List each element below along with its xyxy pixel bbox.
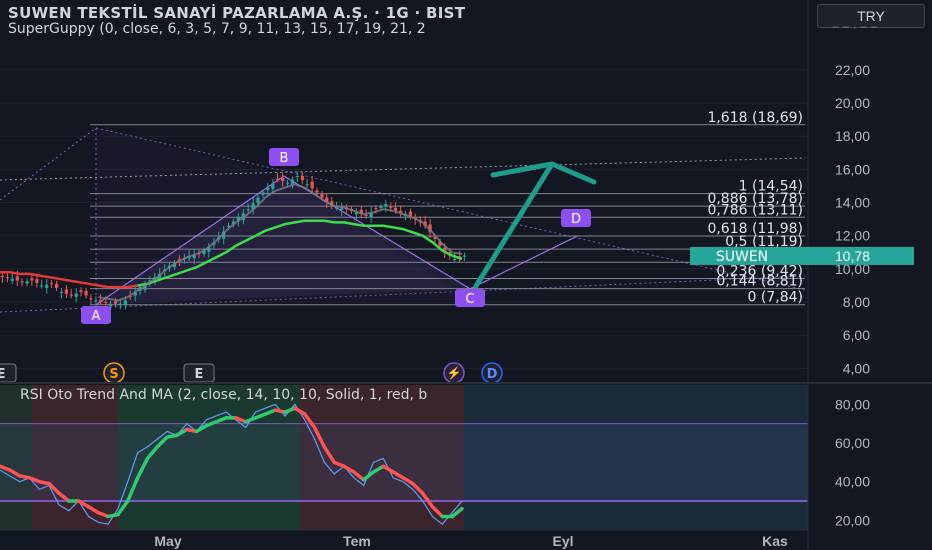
rsi-tick-label: 80,00 [835,396,870,412]
candle-body [374,208,378,210]
candle-body [49,282,54,284]
candle-body [5,277,10,279]
candle-body [335,207,339,209]
fib-level-label: 0,144 (8,81) [716,274,803,290]
candle-body [94,300,98,302]
candle-body [300,176,304,181]
time-axis-label: May [154,533,181,549]
scale-options-icon[interactable]: − − · − − [832,20,877,34]
last-price-value: 10,78 [835,248,870,264]
symbol-title: SUWEN TEKSTİL SANAYİ PAZARLAMA A.Ş. · 1G… [8,4,466,22]
candle-body [89,298,93,300]
candle-body [20,281,24,283]
candle-body [310,181,314,189]
candle-body [10,278,14,282]
pattern-point-label: C [465,292,474,307]
event-marker: S [103,362,125,384]
candle-body [104,302,108,304]
candle-body [59,292,63,294]
pattern-point-label: D [571,212,581,227]
rsi-tick-label: 60,00 [835,435,870,451]
candle-body [384,204,388,207]
candle-body [69,294,73,296]
candle-body [79,290,83,293]
last-price-symbol: SUWEN [716,249,768,265]
pattern-point-label: A [92,309,101,324]
price-tick-label: 22,00 [835,62,870,78]
price-tick-label: 20,00 [835,95,870,111]
candle-body [379,206,383,208]
chart-canvas[interactable]: 1,618 (18,69)1 (14,54)0,886 (13,78)0,786… [0,0,932,550]
price-tick-label: 14,00 [835,195,870,211]
candle-body [340,208,344,211]
price-tick-label: 4,00 [843,360,870,376]
fib-level-label: 0 (7,84) [748,290,803,306]
rsi-tick-label: 40,00 [835,474,870,490]
time-axis-label: Eyl [552,533,573,549]
candle-body [266,187,270,191]
time-axis-label: Kas [762,533,788,549]
candle-body [271,183,275,189]
event-marker-label: D [487,367,498,382]
candle-body [45,284,49,289]
candle-body [25,281,29,284]
candle-body [64,289,69,294]
candle-body [113,301,118,304]
candle-body [35,279,39,283]
event-marker-label: E [0,367,5,382]
candle-body [285,182,290,184]
event-marker-label: E [195,367,204,382]
candle-body [281,177,285,181]
pattern-point-label: B [280,151,289,166]
candle-body [276,178,280,180]
candle-body [99,299,103,303]
fib-level-label: 0,786 (13,11) [707,202,803,218]
candle-body [40,285,44,287]
candle-body [54,283,59,288]
candle-body [256,197,260,204]
candle-body [74,293,78,297]
candle-body [261,192,265,195]
price-tick-label: 12,00 [835,228,870,244]
candle-body [84,290,88,296]
price-tick-label: 16,00 [835,161,870,177]
indicator-legend[interactable]: SuperGuppy (0, close, 6, 3, 5, 7, 9, 11,… [8,21,426,37]
candle-body [452,258,457,260]
candle-body [315,190,319,193]
candle-body [108,303,113,306]
candle-body [30,278,34,281]
price-tick-label: 6,00 [843,327,870,343]
candle-body [123,300,127,306]
candle-body [320,193,324,198]
rsi-tick-label: 20,00 [835,512,870,528]
flash-icon: ⚡ [447,366,462,380]
candle-body [305,184,309,186]
price-tick-label: 8,00 [843,294,870,310]
candle-body [462,255,466,257]
fib-level-label: 1,618 (18,69) [707,110,803,126]
rsi-band-fill [0,423,808,501]
event-marker: E [0,363,17,383]
event-marker: E [183,363,215,383]
candle-body [15,276,19,281]
price-tick-label: 18,00 [835,128,870,144]
candle-body [389,206,393,208]
candle-body [118,303,122,305]
event-marker-label: S [109,367,118,382]
candle-body [246,209,250,211]
candle-body [364,214,368,216]
time-axis-label: Tem [343,533,371,549]
candle-body [0,275,4,278]
rsi-legend[interactable]: RSI Oto Trend And MA (2, close, 14, 10, … [20,387,427,403]
candle-body [295,176,299,177]
